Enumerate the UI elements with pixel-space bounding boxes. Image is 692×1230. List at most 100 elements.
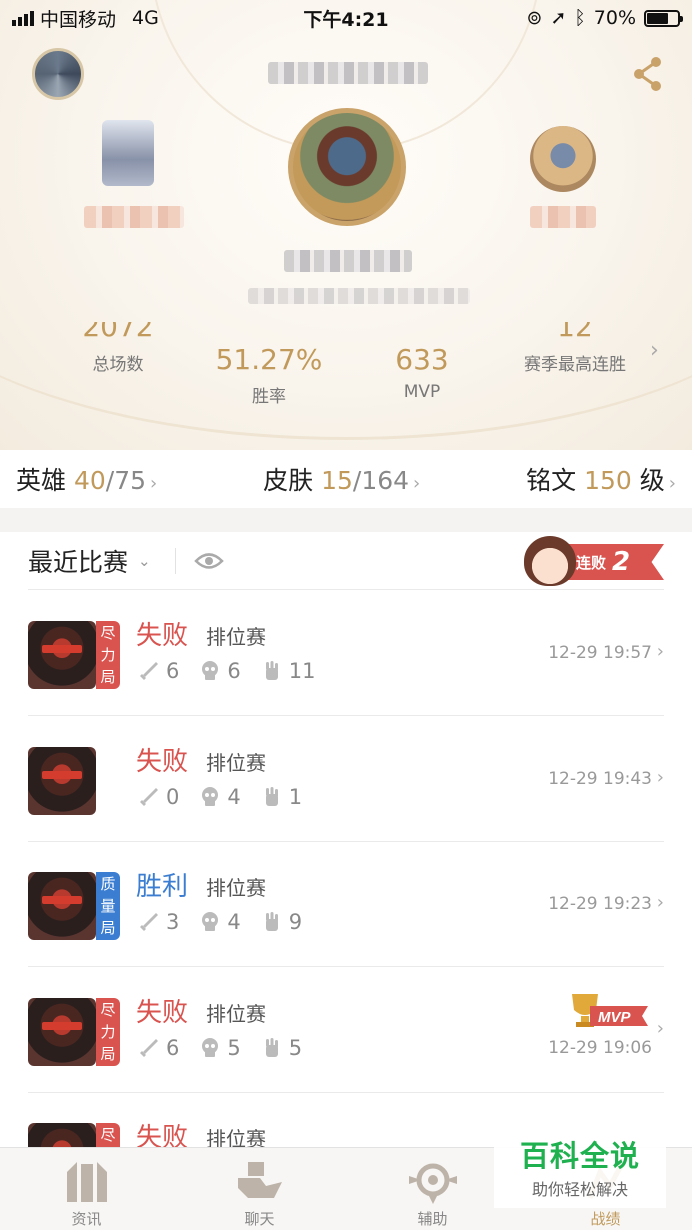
kills-value: 3: [166, 910, 180, 934]
watermark-subtitle: 助你轻松解决: [531, 1180, 628, 1199]
match-time: 12-29 19:23: [548, 894, 652, 914]
recent-matches-header: 最近比赛 ⌄ 连败 2: [28, 532, 664, 590]
assist-icon: [408, 1163, 457, 1204]
best-streak-value: 12: [512, 322, 638, 338]
kills-value: 6: [166, 659, 180, 683]
match-mode: 排位赛: [206, 1001, 266, 1026]
battery-icon: [644, 9, 683, 27]
match-quality-tag: 质量局: [96, 872, 120, 940]
mvp-badge-label: MVP: [598, 1009, 632, 1026]
stats-more-chevron-icon[interactable]: ›: [650, 338, 659, 363]
tab-label: 资讯: [71, 1210, 102, 1228]
assists-value: 11: [288, 659, 316, 683]
hand-icon: [265, 1037, 278, 1057]
sword-icon: [140, 913, 158, 931]
match-result: 胜利: [136, 872, 189, 902]
inscriptions-unit: 级: [639, 466, 665, 495]
match-mode: 排位赛: [206, 876, 266, 900]
share-icon[interactable]: [630, 54, 666, 94]
network-type: 4G: [132, 7, 159, 29]
losing-streak-badge: 连败 2: [524, 536, 664, 586]
hero-thumbnail: [28, 997, 96, 1066]
skull-icon: [202, 1037, 219, 1057]
assists-value: 9: [288, 910, 303, 934]
kda-stats: 0 4 1: [138, 785, 322, 809]
chevron-right-icon: ›: [656, 892, 664, 913]
match-row[interactable]: 尽力局 失败 排位赛 6 5 5 12-29 19:06 › MVP: [28, 968, 664, 1093]
match-quality-tag: 尽力局: [96, 621, 120, 689]
kills-value: 6: [166, 1035, 180, 1060]
chevron-right-icon: ›: [668, 473, 676, 494]
heroes-owned: 40: [73, 466, 106, 495]
recent-matches-panel: 最近比赛 ⌄ 连败 2 尽力局 失败 排位赛 6 6 11 12-29 19:5…: [0, 532, 692, 1218]
deaths-value: 5: [227, 1035, 241, 1060]
skins-label: 皮肤: [263, 466, 314, 495]
assists-value: 5: [288, 1035, 303, 1060]
skull-icon: [202, 661, 219, 680]
total-matches-stat: 2072 总场数: [70, 322, 166, 375]
profile-header: 中国移动 4G 下午4:21 ⊚ ➚ ᛒ 70% 2072 总场数 51.27%…: [0, 0, 692, 455]
rank-name-pixelated: [84, 206, 184, 228]
tab-news[interactable]: 资讯: [0, 1148, 173, 1230]
match-row[interactable]: 失败 排位赛 0 4 1 12-29 19:43 ›: [28, 717, 664, 842]
hand-icon: [265, 912, 278, 931]
chevron-right-icon: ›: [413, 473, 421, 494]
hero-thumbnail: [28, 746, 96, 815]
chevron-right-icon: ›: [656, 766, 664, 788]
total-matches-value: 2072: [70, 322, 166, 338]
mvp-value: 633: [395, 343, 449, 376]
bluetooth-icon: ᛒ: [574, 7, 586, 29]
skins-total: /164: [352, 466, 410, 495]
location-icon: ➚: [550, 7, 567, 29]
tab-chat[interactable]: 聊天: [173, 1148, 346, 1230]
user-avatar[interactable]: [32, 48, 84, 100]
sword-icon: [140, 662, 158, 680]
recent-matches-title[interactable]: 最近比赛: [28, 543, 128, 579]
total-matches-label: 总场数: [92, 355, 144, 375]
kda-stats: 6 6 11: [138, 659, 335, 683]
win-rate-value: 51.27%: [215, 343, 323, 376]
inscriptions-level[interactable]: 铭文 150 级 ›: [526, 461, 676, 497]
sword-icon: [140, 787, 158, 806]
deaths-value: 6: [227, 659, 241, 683]
peak-rank-emblem[interactable]: [530, 126, 596, 192]
assists-value: 1: [288, 784, 303, 809]
best-streak-stat: 12 赛季最高连胜: [512, 322, 638, 375]
best-streak-label: 赛季最高连胜: [524, 355, 626, 375]
hand-icon: [265, 661, 278, 680]
inscriptions-value: 150: [584, 466, 632, 495]
match-row[interactable]: 质量局 胜利 排位赛 3 4 9 12-29 19:23 ›: [28, 842, 664, 967]
match-row[interactable]: 尽力局 失败 排位赛 6 6 11 12-29 19:57 ›: [28, 591, 664, 716]
mvp-label: MVP: [403, 382, 441, 402]
kills-value: 0: [166, 784, 180, 809]
match-result: 失败: [136, 746, 189, 777]
win-rate-label: 胜率: [252, 387, 286, 407]
chevron-right-icon: ›: [656, 1017, 664, 1039]
mvp-badge-icon: MVP: [572, 993, 648, 1027]
match-result: 失败: [136, 621, 189, 651]
collection-bar: 英雄 40/75 › 皮肤 15/164 › 铭文 150 级 ›: [0, 450, 692, 508]
deaths-value: 4: [227, 784, 241, 809]
hero-thumbnail: [28, 872, 96, 940]
crying-character-icon: [524, 536, 576, 586]
heroes-label: 英雄: [16, 466, 67, 495]
chevron-down-icon[interactable]: ⌄: [138, 552, 151, 570]
skull-icon: [202, 786, 219, 806]
tab-label: 辅助: [417, 1210, 448, 1228]
mvp-stat: 633 MVP: [372, 343, 472, 403]
main-hero-avatar[interactable]: [288, 108, 406, 226]
heroes-count[interactable]: 英雄 40/75 ›: [16, 461, 157, 497]
chevron-right-icon: ›: [656, 641, 664, 662]
rank-emblem[interactable]: [102, 120, 154, 186]
tab-label: 聊天: [244, 1210, 275, 1228]
status-bar: 中国移动 4G 下午4:21 ⊚ ➚ ᛒ 70%: [0, 0, 692, 36]
deaths-value: 4: [227, 910, 241, 934]
divider: [174, 547, 176, 574]
skins-count[interactable]: 皮肤 15/164 ›: [263, 461, 420, 497]
match-time: 12-29 19:57: [548, 643, 652, 663]
match-time: 12-29 19:06: [548, 1037, 652, 1058]
chevron-right-icon: ›: [150, 473, 158, 494]
eye-icon[interactable]: [193, 550, 224, 572]
heroes-total: /75: [105, 466, 147, 495]
match-time: 12-29 19:43: [548, 768, 652, 789]
